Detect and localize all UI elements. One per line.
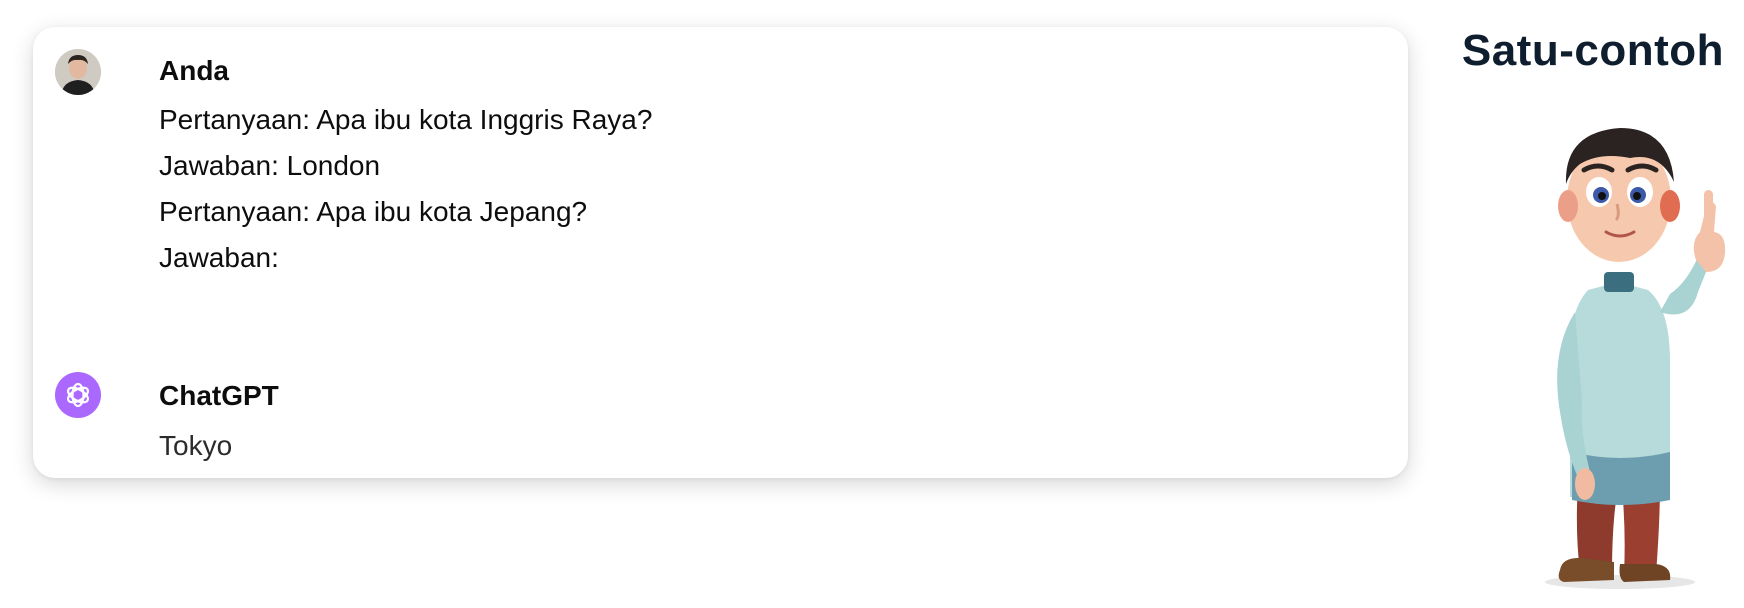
user-line: Pertanyaan: Apa ibu kota Jepang? <box>159 196 588 227</box>
user-line: Jawaban: <box>159 242 279 273</box>
cartoon-man-pointing-up-icon <box>1545 128 1726 589</box>
slide-title: Satu-contoh <box>1461 26 1724 75</box>
assistant-avatar <box>55 372 101 418</box>
user-line: Pertanyaan: Apa ibu kota Inggris Raya? <box>159 104 653 135</box>
user-avatar <box>55 49 101 95</box>
user-avatar-photo-icon <box>55 49 101 95</box>
assistant-message-text: Tokyo <box>159 430 233 461</box>
openai-logo-icon <box>66 382 90 408</box>
assistant-sender-name: ChatGPT <box>159 380 279 411</box>
user-message-text: Pertanyaan: Apa ibu kota Inggris Raya? J… <box>159 97 652 281</box>
user-line: Jawaban: London <box>159 150 381 181</box>
user-sender-name: Anda <box>159 55 229 86</box>
chat-card: Anda Pertanyaan: Apa ibu kota Inggris Ra… <box>33 27 1408 478</box>
